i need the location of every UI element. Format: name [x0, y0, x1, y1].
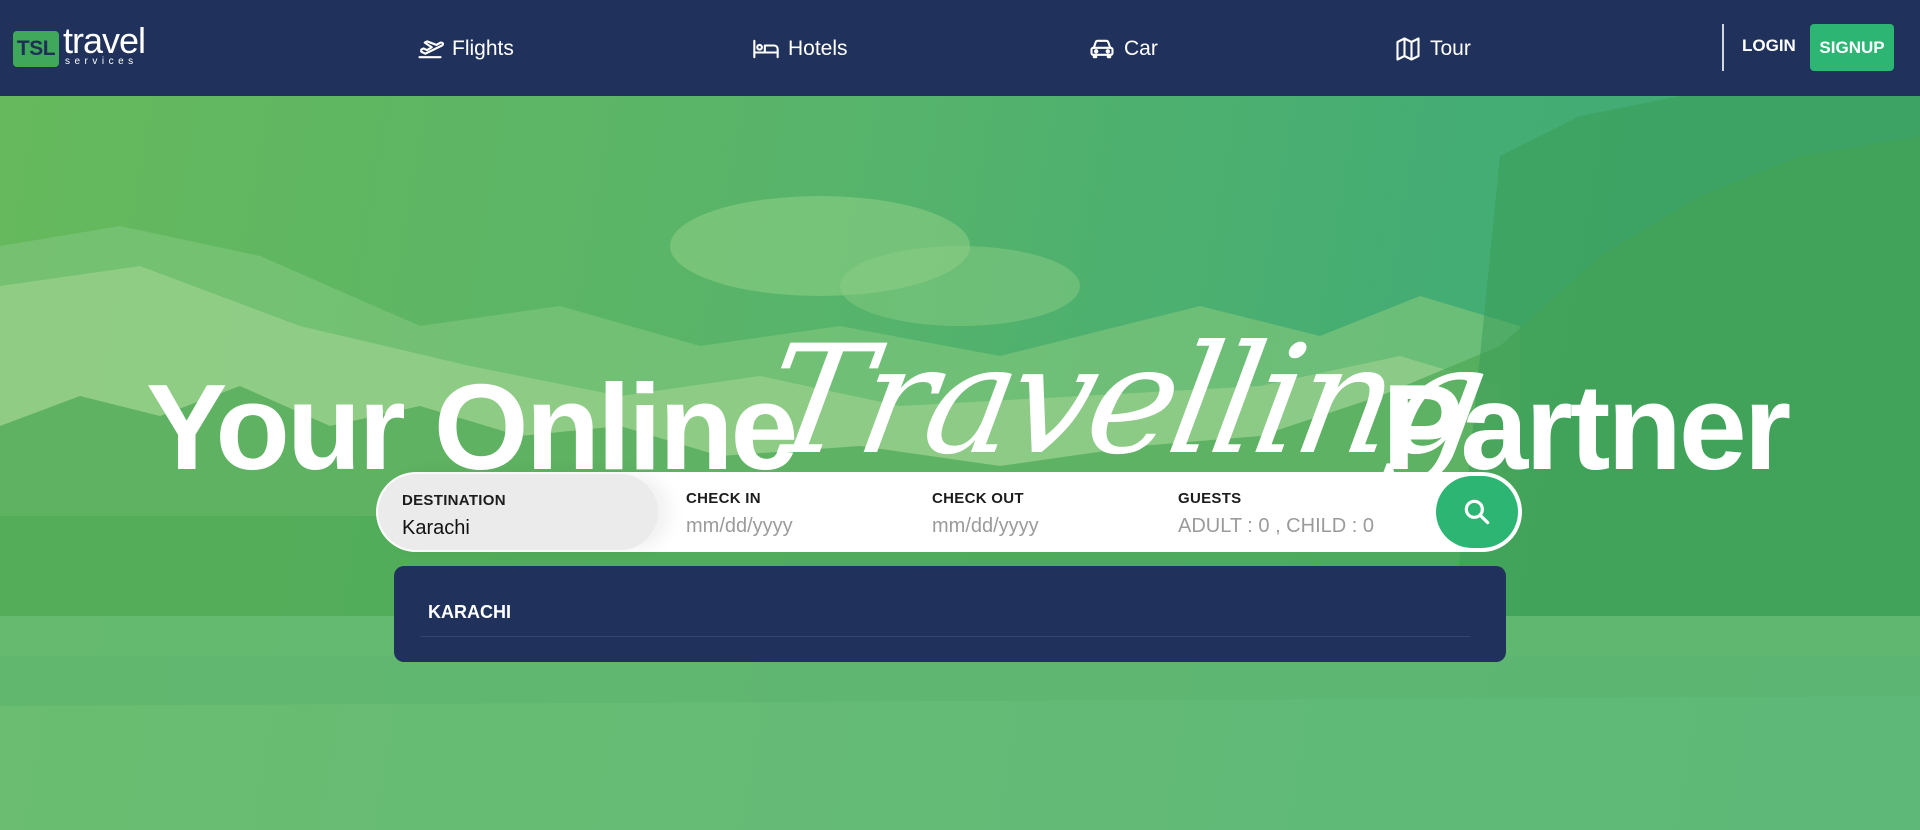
login-button[interactable]: LOGIN: [1742, 36, 1796, 56]
headline-text-right: Partner: [1382, 359, 1791, 495]
nav-item-label: Car: [1124, 37, 1158, 60]
check-out-field[interactable]: CHECK OUT mm/dd/yyyy: [932, 472, 1162, 552]
check-out-input[interactable]: mm/dd/yyyy: [932, 515, 1162, 538]
nav-item-label: Tour: [1430, 37, 1471, 60]
nav-divider: [1722, 24, 1724, 71]
destination-field[interactable]: DESTINATION: [378, 474, 658, 550]
check-out-label: CHECK OUT: [932, 490, 1024, 507]
headline-text-left: Your Online: [146, 359, 798, 495]
hero-section: Your Online Travelling Partner: [0, 96, 1920, 830]
destination-input[interactable]: [402, 517, 632, 540]
search-icon: [1464, 499, 1490, 525]
map-icon: [1396, 37, 1420, 61]
nav-item-car[interactable]: Car: [1088, 34, 1158, 64]
nav-item-hotels[interactable]: Hotels: [752, 34, 848, 64]
hero-headline: Your Online Travelling Partner: [0, 266, 1920, 488]
search-bar: DESTINATION CHECK IN mm/dd/yyyy CHECK OU…: [376, 472, 1522, 552]
check-in-label: CHECK IN: [686, 490, 761, 507]
destination-label: DESTINATION: [402, 492, 506, 509]
guests-field[interactable]: GUESTS ADULT : 0 , CHILD : 0: [1178, 472, 1408, 552]
logo-text: travel services: [63, 23, 146, 67]
bed-icon: [753, 39, 779, 59]
car-icon: [1090, 39, 1114, 59]
nav-item-label: Flights: [452, 37, 514, 60]
plane-departure-icon: [418, 40, 444, 59]
logo-badge: TSL: [13, 31, 59, 67]
brand-logo[interactable]: TSL travel services: [13, 23, 146, 70]
top-navbar: TSL travel services Flights Hotels Car T…: [0, 0, 1920, 96]
destination-suggestions: KARACHI: [394, 566, 1506, 662]
guests-input[interactable]: ADULT : 0 , CHILD : 0: [1178, 515, 1408, 538]
check-in-field[interactable]: CHECK IN mm/dd/yyyy: [686, 472, 916, 552]
search-button[interactable]: [1436, 476, 1518, 548]
logo-name: travel: [63, 20, 146, 61]
suggestion-item[interactable]: KARACHI: [428, 602, 511, 623]
nav-item-tour[interactable]: Tour: [1394, 34, 1471, 64]
guests-label: GUESTS: [1178, 490, 1242, 507]
suggestion-divider: [420, 636, 1470, 637]
logo-tagline: services: [65, 56, 138, 67]
nav-item-label: Hotels: [788, 37, 848, 60]
nav-item-flights[interactable]: Flights: [416, 34, 514, 64]
signup-button[interactable]: SIGNUP: [1810, 24, 1894, 71]
check-in-input[interactable]: mm/dd/yyyy: [686, 515, 916, 538]
